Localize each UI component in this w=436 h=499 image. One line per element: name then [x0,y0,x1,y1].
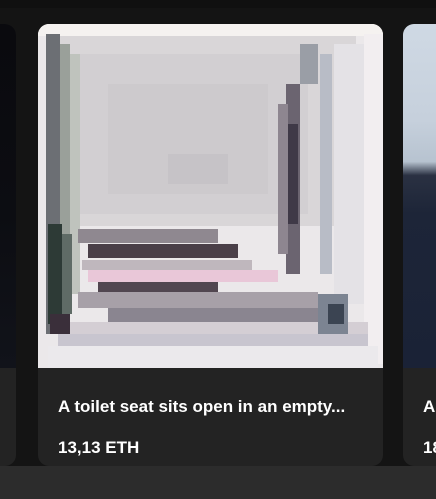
nft-card-info: A toilet seat sits open in an empty... 1… [38,368,383,466]
nft-card-title: A toilet seat sits open in an empty... [58,397,346,416]
nft-card-title: A [423,397,436,416]
nft-card-previous[interactable] [0,24,16,466]
nft-card-next[interactable]: A 18 [403,24,436,466]
nft-card-info [0,368,16,466]
nft-card-price: 18 [423,438,436,457]
nft-card[interactable]: A toilet seat sits open in an empty... 1… [38,24,383,466]
top-divider [0,0,436,8]
nft-card-image[interactable] [38,24,383,368]
nft-card-info: A 18 [403,368,436,466]
nft-card-price: 13,13 ETH [58,438,140,457]
nft-carousel: A toilet seat sits open in an empty... 1… [0,0,436,499]
nft-card-image[interactable] [0,24,16,368]
nft-card-image[interactable] [403,24,436,368]
bottom-bar [0,466,436,499]
toilet-seat-image [38,24,383,368]
